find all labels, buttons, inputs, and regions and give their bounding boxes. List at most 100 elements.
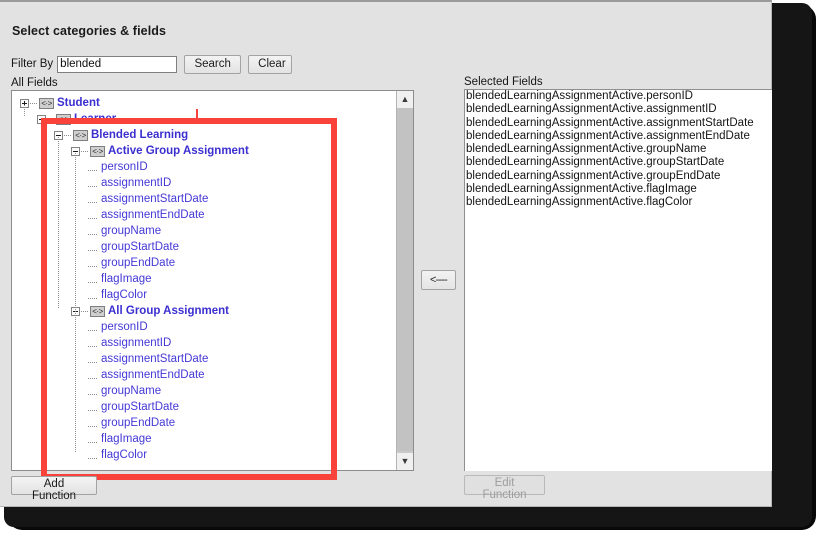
tree-field-node[interactable]: personID bbox=[12, 319, 397, 335]
tree-field-node[interactable]: assignmentStartDate bbox=[12, 191, 397, 207]
scroll-down-button[interactable]: ▼ bbox=[397, 453, 413, 470]
tree-field-label: groupStartDate bbox=[101, 401, 179, 413]
all-fields-label: All Fields bbox=[11, 77, 58, 89]
tree-field-label: flagImage bbox=[101, 433, 152, 445]
tree-guide-line bbox=[41, 121, 42, 133]
tree-category-node[interactable]: <·> Student bbox=[12, 95, 397, 111]
filter-row: Filter By Search Clear bbox=[11, 54, 293, 74]
tree-field-label: assignmentEndDate bbox=[101, 369, 205, 381]
selected-field-item[interactable]: blendedLearningAssignmentActive.assignme… bbox=[465, 117, 772, 130]
tree-field-node[interactable]: groupStartDate bbox=[12, 399, 397, 415]
add-function-button[interactable]: Add Function bbox=[11, 476, 97, 502]
tree-connector-line bbox=[30, 102, 38, 104]
tree-field-node[interactable]: groupName bbox=[12, 223, 397, 239]
tree-connector-line bbox=[88, 371, 100, 379]
tree-connector-line bbox=[88, 435, 100, 443]
tree-category-node[interactable]: <·> Learner bbox=[12, 111, 397, 127]
tree-category-label: Blended Learning bbox=[91, 129, 189, 141]
tree-connector-line bbox=[88, 179, 100, 187]
tree-guide-line bbox=[75, 153, 76, 453]
tree-connector-line bbox=[88, 387, 100, 395]
remove-selected-field-button[interactable]: <---- bbox=[421, 270, 456, 290]
category-icon: <·> bbox=[56, 113, 71, 125]
tree-field-label: groupEndDate bbox=[101, 417, 176, 429]
tree-field-node[interactable]: assignmentEndDate bbox=[12, 367, 397, 383]
category-icon: <·> bbox=[73, 129, 88, 141]
category-icon: <·> bbox=[90, 145, 105, 157]
tree-field-label: flagColor bbox=[101, 449, 148, 461]
tree-connector-line bbox=[88, 339, 100, 347]
tree-category-node[interactable]: <·> Active Group Assignment bbox=[12, 143, 397, 159]
scrollbar-thumb[interactable] bbox=[397, 108, 413, 451]
tree-category-label: All Group Assignment bbox=[108, 305, 229, 317]
field-tree[interactable]: <·> Student <·> Learner <·> Blended Learning <… bbox=[12, 91, 397, 463]
tree-field-label: assignmentStartDate bbox=[101, 193, 209, 205]
tree-field-label: flagImage bbox=[101, 273, 152, 285]
tree-field-node[interactable]: assignmentStartDate bbox=[12, 351, 397, 367]
tree-connector-line bbox=[88, 419, 100, 427]
tree-category-label: Active Group Assignment bbox=[108, 145, 249, 157]
tree-field-node[interactable]: assignmentID bbox=[12, 175, 397, 191]
selected-field-item[interactable]: blendedLearningAssignmentActive.flagColo… bbox=[465, 196, 772, 209]
chevron-down-icon: ▼ bbox=[400, 456, 410, 466]
selected-field-item[interactable]: blendedLearningAssignmentActive.flagImag… bbox=[465, 183, 772, 196]
tree-field-label: personID bbox=[101, 321, 148, 333]
selected-field-item[interactable]: blendedLearningAssignmentActive.personID bbox=[465, 90, 772, 103]
tree-field-node[interactable]: groupEndDate bbox=[12, 415, 397, 431]
tree-vertical-scrollbar[interactable]: ▲ ▼ bbox=[396, 91, 413, 470]
selected-field-item[interactable]: blendedLearningAssignmentActive.groupNam… bbox=[465, 143, 772, 156]
tree-field-node[interactable]: groupName bbox=[12, 383, 397, 399]
tree-field-label: groupName bbox=[101, 225, 162, 237]
tree-field-label: assignmentStartDate bbox=[101, 353, 209, 365]
search-button[interactable]: Search bbox=[184, 54, 242, 74]
tree-connector-line bbox=[88, 227, 100, 235]
tree-connector-line bbox=[88, 163, 100, 171]
tree-field-label: personID bbox=[101, 161, 148, 173]
tree-field-node[interactable]: groupEndDate bbox=[12, 255, 397, 271]
tree-field-node[interactable]: flagColor bbox=[12, 447, 397, 463]
all-fields-tree-panel: <·> Student <·> Learner <·> Blended Learning <… bbox=[11, 90, 414, 471]
tree-field-label: assignmentID bbox=[101, 337, 172, 349]
tree-connector-line bbox=[81, 150, 89, 152]
tree-connector-line bbox=[88, 355, 100, 363]
tree-connector-line bbox=[88, 259, 100, 267]
tree-category-node[interactable]: <·> Blended Learning bbox=[12, 127, 397, 143]
filter-by-label: Filter By bbox=[11, 58, 54, 70]
tree-field-node[interactable]: flagImage bbox=[12, 271, 397, 287]
tree-field-label: groupName bbox=[101, 385, 162, 397]
dialog-title: Select categories & fields bbox=[12, 24, 167, 38]
tree-field-node[interactable]: groupStartDate bbox=[12, 239, 397, 255]
tree-connector-line bbox=[88, 243, 100, 251]
tree-field-node[interactable]: flagColor bbox=[12, 287, 397, 303]
select-categories-fields-dialog: Select categories & fields Filter By Sea… bbox=[0, 0, 772, 507]
selected-field-item[interactable]: blendedLearningAssignmentActive.assignme… bbox=[465, 103, 772, 116]
selected-fields-label: Selected Fields bbox=[464, 76, 543, 88]
selected-field-item[interactable]: blendedLearningAssignmentActive.assignme… bbox=[465, 130, 772, 143]
tree-category-node[interactable]: <·> All Group Assignment bbox=[12, 303, 397, 319]
tree-connector-line bbox=[88, 451, 100, 459]
screenshot-root: Select categories & fields Filter By Sea… bbox=[0, 0, 827, 547]
left-arrow-icon: <---- bbox=[429, 274, 448, 286]
chevron-up-icon: ▲ bbox=[400, 94, 410, 104]
selected-field-item[interactable]: blendedLearningAssignmentActive.groupEnd… bbox=[465, 170, 772, 183]
tree-connector-line bbox=[88, 275, 100, 283]
tree-category-label: Learner bbox=[74, 113, 117, 125]
tree-connector-line bbox=[81, 310, 89, 312]
clear-button[interactable]: Clear bbox=[248, 54, 293, 74]
selected-fields-list[interactable]: blendedLearningAssignmentActive.personID… bbox=[464, 89, 772, 471]
tree-connector-line bbox=[88, 403, 100, 411]
selected-field-item[interactable]: blendedLearningAssignmentActive.groupSta… bbox=[465, 156, 772, 169]
tree-field-label: assignmentID bbox=[101, 177, 172, 189]
tree-field-node[interactable]: flagImage bbox=[12, 431, 397, 447]
tree-field-node[interactable]: assignmentEndDate bbox=[12, 207, 397, 223]
tree-field-node[interactable]: assignmentID bbox=[12, 335, 397, 351]
tree-connector-line bbox=[88, 291, 100, 299]
tree-field-node[interactable]: personID bbox=[12, 159, 397, 175]
filter-by-input[interactable] bbox=[57, 55, 178, 73]
tree-guide-line bbox=[58, 137, 59, 309]
tree-connector-line bbox=[88, 195, 100, 203]
tree-field-label: groupStartDate bbox=[101, 241, 179, 253]
tree-connector-line bbox=[64, 134, 72, 136]
scroll-up-button[interactable]: ▲ bbox=[397, 91, 413, 108]
tree-connector-line bbox=[88, 323, 100, 331]
